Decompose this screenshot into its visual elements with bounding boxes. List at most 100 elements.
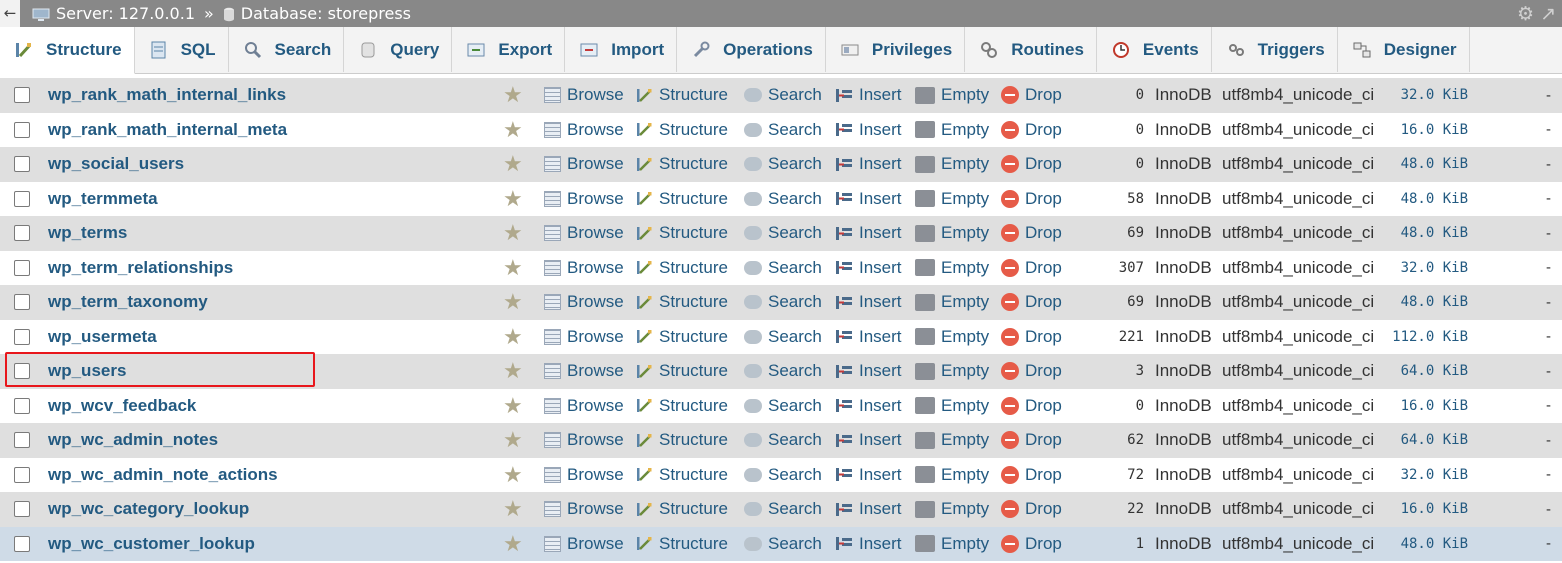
row-checkbox[interactable]: [14, 535, 30, 552]
search-link[interactable]: Search: [744, 361, 822, 381]
insert-link[interactable]: Insert: [835, 430, 902, 450]
row-checkbox[interactable]: [14, 294, 30, 311]
insert-link[interactable]: Insert: [835, 465, 902, 485]
structure-link[interactable]: Structure: [636, 534, 728, 554]
row-checkbox[interactable]: [14, 156, 30, 173]
browse-link[interactable]: Browse: [544, 85, 624, 105]
empty-link[interactable]: Empty: [915, 154, 989, 174]
tab-search[interactable]: Search: [229, 27, 345, 72]
empty-link[interactable]: Empty: [915, 430, 989, 450]
insert-link[interactable]: Insert: [835, 189, 902, 209]
table-size[interactable]: 64.0 KiB: [1376, 432, 1468, 448]
table-row[interactable]: wp_term_relationships ★ Browse Structure Sea…: [0, 250, 1562, 285]
insert-link[interactable]: Insert: [835, 223, 902, 243]
tab-structure[interactable]: Structure: [0, 27, 135, 74]
settings-gear-icon[interactable]: ⚙: [1517, 3, 1534, 25]
drop-link[interactable]: Drop: [1001, 396, 1062, 416]
table-size[interactable]: 16.0 KiB: [1376, 122, 1468, 138]
row-checkbox[interactable]: [14, 225, 30, 242]
favorite-star-icon[interactable]: ★: [503, 463, 525, 486]
structure-link[interactable]: Structure: [636, 465, 728, 485]
insert-link[interactable]: Insert: [835, 120, 902, 140]
empty-link[interactable]: Empty: [915, 465, 989, 485]
browse-link[interactable]: Browse: [544, 327, 624, 347]
browse-link[interactable]: Browse: [544, 189, 624, 209]
table-row[interactable]: wp_social_users ★ Browse Structure Search Ins…: [0, 147, 1562, 182]
structure-link[interactable]: Structure: [636, 258, 728, 278]
search-link[interactable]: Search: [744, 154, 822, 174]
search-link[interactable]: Search: [744, 430, 822, 450]
table-row[interactable]: wp_wc_admin_notes ★ Browse Structure Search I…: [0, 423, 1562, 458]
table-size[interactable]: 16.0 KiB: [1376, 501, 1468, 517]
empty-link[interactable]: Empty: [915, 85, 989, 105]
structure-link[interactable]: Structure: [636, 396, 728, 416]
empty-link[interactable]: Empty: [915, 534, 989, 554]
search-link[interactable]: Search: [744, 499, 822, 519]
favorite-star-icon[interactable]: ★: [503, 291, 525, 313]
insert-link[interactable]: Insert: [835, 258, 902, 278]
search-link[interactable]: Search: [744, 189, 822, 209]
favorite-star-icon[interactable]: ★: [503, 187, 525, 210]
table-name-link[interactable]: wp_usermeta: [48, 327, 157, 347]
insert-link[interactable]: Insert: [835, 534, 902, 554]
browse-link[interactable]: Browse: [544, 396, 624, 416]
empty-link[interactable]: Empty: [915, 499, 989, 519]
structure-link[interactable]: Structure: [636, 85, 728, 105]
table-size[interactable]: 32.0 KiB: [1376, 467, 1468, 483]
table-row[interactable]: wp_terms ★ Browse Structure Search Insert Empt…: [0, 216, 1562, 251]
drop-link[interactable]: Drop: [1001, 154, 1062, 174]
browse-link[interactable]: Browse: [544, 465, 624, 485]
table-size[interactable]: 16.0 KiB: [1376, 398, 1468, 414]
structure-link[interactable]: Structure: [636, 120, 728, 140]
table-name-link[interactable]: wp_social_users: [48, 154, 184, 174]
favorite-star-icon[interactable]: ★: [503, 325, 525, 348]
favorite-star-icon[interactable]: ★: [503, 429, 525, 451]
tab-import[interactable]: Import: [565, 27, 678, 72]
browse-link[interactable]: Browse: [544, 258, 624, 278]
table-row[interactable]: wp_wc_customer_lookup ★ Browse Structure Sea…: [0, 526, 1562, 561]
favorite-star-icon[interactable]: ★: [503, 153, 525, 175]
breadcrumb-server[interactable]: Server: 127.0.0.1: [32, 4, 195, 23]
structure-link[interactable]: Structure: [636, 223, 728, 243]
empty-link[interactable]: Empty: [915, 189, 989, 209]
table-size[interactable]: 48.0 KiB: [1376, 536, 1468, 552]
tab-designer[interactable]: Designer: [1338, 27, 1470, 72]
empty-link[interactable]: Empty: [915, 361, 989, 381]
row-checkbox[interactable]: [14, 432, 30, 449]
table-name-link[interactable]: wp_wcv_feedback: [48, 396, 196, 416]
drop-link[interactable]: Drop: [1001, 465, 1062, 485]
search-link[interactable]: Search: [744, 120, 822, 140]
empty-link[interactable]: Empty: [915, 292, 989, 312]
table-size[interactable]: 64.0 KiB: [1376, 363, 1468, 379]
table-size[interactable]: 48.0 KiB: [1376, 156, 1468, 172]
empty-link[interactable]: Empty: [915, 120, 989, 140]
drop-link[interactable]: Drop: [1001, 534, 1062, 554]
table-size[interactable]: 32.0 KiB: [1376, 260, 1468, 276]
browse-link[interactable]: Browse: [544, 430, 624, 450]
search-link[interactable]: Search: [744, 327, 822, 347]
drop-link[interactable]: Drop: [1001, 85, 1062, 105]
table-row[interactable]: wp_rank_math_internal_meta ★ Browse Structu…: [0, 112, 1562, 147]
table-name-link[interactable]: wp_terms: [48, 223, 127, 243]
table-size[interactable]: 48.0 KiB: [1376, 294, 1468, 310]
favorite-star-icon[interactable]: ★: [503, 256, 525, 279]
drop-link[interactable]: Drop: [1001, 292, 1062, 312]
drop-link[interactable]: Drop: [1001, 361, 1062, 381]
table-size[interactable]: 48.0 KiB: [1376, 225, 1468, 241]
search-link[interactable]: Search: [744, 223, 822, 243]
drop-link[interactable]: Drop: [1001, 258, 1062, 278]
insert-link[interactable]: Insert: [835, 499, 902, 519]
tab-triggers[interactable]: Triggers: [1212, 27, 1338, 72]
table-name-link[interactable]: wp_wc_customer_lookup: [48, 534, 255, 554]
insert-link[interactable]: Insert: [835, 327, 902, 347]
table-name-link[interactable]: wp_term_taxonomy: [48, 292, 208, 312]
drop-link[interactable]: Drop: [1001, 327, 1062, 347]
table-row[interactable]: wp_term_taxonomy ★ Browse Structure Search In…: [0, 285, 1562, 320]
insert-link[interactable]: Insert: [835, 292, 902, 312]
structure-link[interactable]: Structure: [636, 292, 728, 312]
browse-link[interactable]: Browse: [544, 292, 624, 312]
favorite-star-icon[interactable]: ★: [503, 394, 525, 417]
table-size[interactable]: 112.0 KiB: [1376, 329, 1468, 345]
table-name-link[interactable]: wp_term_relationships: [48, 258, 233, 278]
empty-link[interactable]: Empty: [915, 258, 989, 278]
